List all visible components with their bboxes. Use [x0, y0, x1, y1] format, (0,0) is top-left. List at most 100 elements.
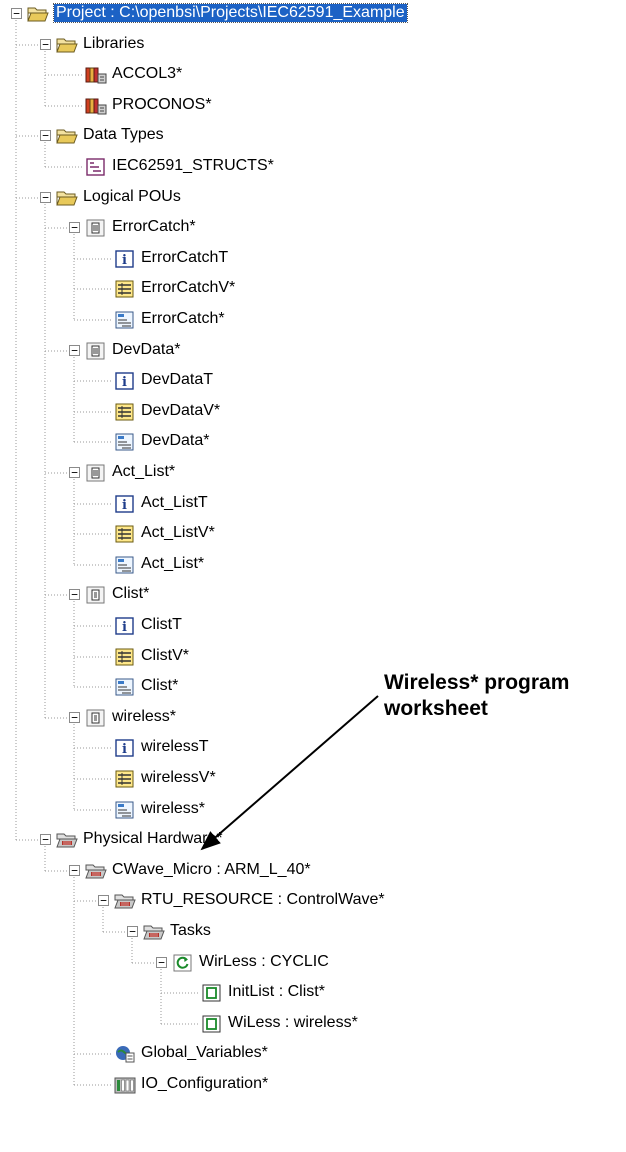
tree-node-label[interactable]: PROCONOS* — [112, 96, 212, 114]
tree-node-label[interactable]: Clist* — [141, 677, 178, 695]
tree-node-label[interactable]: IO_Configuration* — [141, 1075, 268, 1093]
tree-node-label[interactable]: wirelessV* — [141, 769, 216, 787]
collapse-toggle[interactable]: − — [69, 467, 80, 478]
tree-node-label[interactable]: Act_List* — [141, 555, 204, 573]
tree-node[interactable]: WiLess : wireless* — [0, 1010, 626, 1040]
tree-node[interactable]: Act_ListV* — [0, 520, 626, 550]
tree-node-label[interactable]: Project : C:\openbsi\Projects\IEC62591_E… — [53, 3, 408, 23]
program-instance-icon — [201, 983, 223, 1003]
worksheet-icon — [114, 677, 136, 697]
tree-node[interactable]: − RTU_RESOURCE : ControlWave* — [0, 887, 626, 917]
tree-node[interactable]: − Project : C:\openbsi\Projects\IEC62591_… — [0, 0, 626, 30]
collapse-toggle[interactable]: − — [156, 957, 167, 968]
tree-node[interactable]: DevData* — [0, 428, 626, 458]
tree-node[interactable]: − WirLess : CYCLIC — [0, 949, 626, 979]
tree-node[interactable]: − Data Types — [0, 122, 626, 152]
tree-node[interactable]: − Logical POUs — [0, 184, 626, 214]
collapse-toggle[interactable]: − — [11, 8, 22, 19]
tree-node[interactable]: − Clist* — [0, 581, 626, 611]
tree-node-label[interactable]: InitList : Clist* — [228, 983, 325, 1001]
worksheet-icon — [114, 432, 136, 452]
tree-node-label[interactable]: ClistT — [141, 616, 182, 634]
tree-node[interactable]: − Physical Hardware* — [0, 826, 626, 856]
tree-node-label[interactable]: RTU_RESOURCE : ControlWave* — [141, 891, 385, 909]
tree-node[interactable]: IO_Configuration* — [0, 1071, 626, 1101]
tree-node-label[interactable]: DevData* — [112, 341, 180, 359]
tree-node-label[interactable]: Clist* — [112, 585, 149, 603]
tree-node-label[interactable]: Global_Variables* — [141, 1044, 268, 1062]
tree-node-label[interactable]: DevDataT — [141, 371, 213, 389]
tree-node[interactable]: − Act_List* — [0, 459, 626, 489]
tree-node[interactable]: ErrorCatch* — [0, 306, 626, 336]
collapse-toggle[interactable]: − — [40, 130, 51, 141]
tree-node-label[interactable]: Act_ListT — [141, 494, 208, 512]
tree-node[interactable]: − DevData* — [0, 337, 626, 367]
tree-node[interactable]: − wireless* — [0, 704, 626, 734]
tree-node-label[interactable]: DevDataV* — [141, 402, 220, 420]
tree-node-label[interactable]: Physical Hardware* — [83, 830, 223, 848]
tree-node-label[interactable]: WiLess : wireless* — [228, 1014, 358, 1032]
tree-node[interactable]: ErrorCatchV* — [0, 275, 626, 305]
svg-text:i: i — [122, 253, 127, 268]
tree-node[interactable]: i Act_ListT — [0, 490, 626, 520]
tree-node[interactable]: − Libraries — [0, 31, 626, 61]
cyclic-task-icon — [172, 953, 194, 973]
tree-node[interactable]: i ErrorCatchT — [0, 245, 626, 275]
function-block-icon — [85, 341, 107, 361]
tree-node-label[interactable]: Act_List* — [112, 463, 175, 481]
tree-node-label[interactable]: DevData* — [141, 432, 209, 450]
tree-node-label[interactable]: ErrorCatchV* — [141, 279, 235, 297]
tree-node-label[interactable]: ErrorCatch* — [112, 218, 196, 236]
project-tree[interactable]: − Project : C:\openbsi\Projects\IEC62591_… — [0, 0, 626, 1152]
tree-node-label[interactable]: Act_ListV* — [141, 524, 215, 542]
tree-node-label[interactable]: Libraries — [83, 35, 144, 53]
tree-node-label[interactable]: Data Types — [83, 126, 164, 144]
tree-node[interactable]: InitList : Clist* — [0, 979, 626, 1009]
open-folder-icon — [56, 35, 78, 55]
tree-node-label[interactable]: ErrorCatch* — [141, 310, 225, 328]
tree-node-label[interactable]: Logical POUs — [83, 188, 181, 206]
tree-node[interactable]: wirelessV* — [0, 765, 626, 795]
tree-node-label[interactable]: ErrorCatchT — [141, 249, 228, 267]
tree-node[interactable]: Act_List* — [0, 551, 626, 581]
tree-node[interactable]: IEC62591_STRUCTS* — [0, 153, 626, 183]
tree-node-label[interactable]: wirelessT — [141, 738, 209, 756]
tree-node-label[interactable]: ClistV* — [141, 647, 189, 665]
tree-node-label[interactable]: ACCOL3* — [112, 65, 182, 83]
annotation-line2: worksheet — [384, 697, 488, 720]
collapse-toggle[interactable]: − — [40, 39, 51, 50]
variables-icon — [114, 524, 136, 544]
tree-node-label[interactable]: Tasks — [170, 922, 211, 940]
collapse-toggle[interactable]: − — [40, 192, 51, 203]
tree-node[interactable]: − Tasks — [0, 918, 626, 948]
collapse-toggle[interactable]: − — [69, 865, 80, 876]
tree-node[interactable]: Global_Variables* — [0, 1040, 626, 1070]
collapse-toggle[interactable]: − — [40, 834, 51, 845]
tree-node-label[interactable]: IEC62591_STRUCTS* — [112, 157, 274, 175]
tree-node-label[interactable]: wireless* — [141, 800, 205, 818]
tree-node[interactable]: PROCONOS* — [0, 92, 626, 122]
variables-icon — [114, 769, 136, 789]
tree-node[interactable]: ClistV* — [0, 643, 626, 673]
function-block-icon — [85, 463, 107, 483]
collapse-toggle[interactable]: − — [69, 589, 80, 600]
datatype-icon — [85, 157, 107, 177]
tree-node[interactable]: i ClistT — [0, 612, 626, 642]
worksheet-icon — [114, 555, 136, 575]
tree-node-label[interactable]: WirLess : CYCLIC — [199, 953, 329, 971]
tree-node[interactable]: i wirelessT — [0, 734, 626, 764]
tree-node[interactable]: i DevDataT — [0, 367, 626, 397]
collapse-toggle[interactable]: − — [69, 712, 80, 723]
tree-node-label[interactable]: CWave_Micro : ARM_L_40* — [112, 861, 311, 879]
tree-node[interactable]: DevDataV* — [0, 398, 626, 428]
tree-node[interactable]: ACCOL3* — [0, 61, 626, 91]
collapse-toggle[interactable]: − — [127, 926, 138, 937]
collapse-toggle[interactable]: − — [69, 345, 80, 356]
info-icon: i — [114, 616, 136, 636]
tree-node-label[interactable]: wireless* — [112, 708, 176, 726]
tree-node[interactable]: − CWave_Micro : ARM_L_40* — [0, 857, 626, 887]
collapse-toggle[interactable]: − — [69, 222, 80, 233]
tree-node[interactable]: − ErrorCatch* — [0, 214, 626, 244]
tree-node[interactable]: wireless* — [0, 796, 626, 826]
collapse-toggle[interactable]: − — [98, 895, 109, 906]
